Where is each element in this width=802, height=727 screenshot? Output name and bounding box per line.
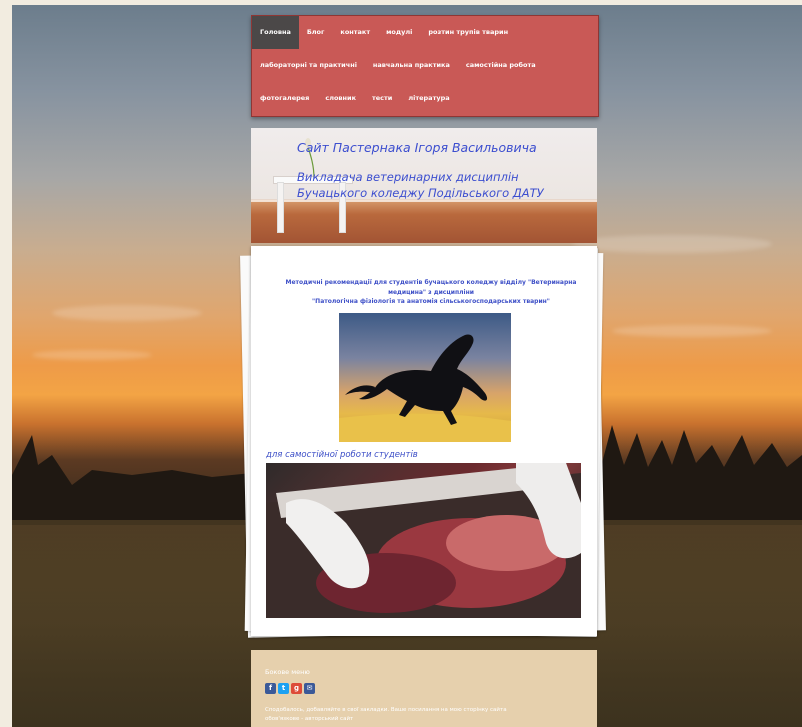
- nav-practice[interactable]: навчальна практика: [365, 49, 458, 82]
- nav-blog[interactable]: Блог: [299, 16, 333, 49]
- nav-dictionary[interactable]: словник: [317, 82, 364, 115]
- site-subtitle-college: Бучацького коледжу Подільського ДАТУ: [297, 186, 544, 200]
- nav-modules[interactable]: модулі: [378, 16, 420, 49]
- nav-contact[interactable]: контакт: [332, 16, 378, 49]
- nav-literature[interactable]: література: [400, 82, 457, 115]
- nav-labs[interactable]: лабораторні та практичні: [252, 49, 365, 82]
- banner-table-image: [273, 176, 353, 233]
- intro-text: Методичні рекомендації для студентів буч…: [273, 278, 589, 307]
- intro-line-1: Методичні рекомендації для студентів буч…: [285, 279, 577, 286]
- twitter-icon[interactable]: t: [278, 683, 289, 694]
- nav-tests[interactable]: тести: [364, 82, 400, 115]
- section-caption: для самостійної роботи студентів: [266, 450, 418, 460]
- horse-image: [339, 313, 511, 442]
- header-banner: Сайт Пастернака Ігоря Васильовича Виклад…: [251, 128, 597, 243]
- footer-text-line-1: Сподобалось, добавляйте в свої закладки.…: [265, 707, 507, 713]
- nav-gallery[interactable]: фотогалерея: [252, 82, 317, 115]
- nav-self-study[interactable]: самостійна робота: [458, 49, 544, 82]
- intro-line-3: "Патологічна фізіологія та анатомія сіль…: [312, 298, 550, 305]
- nav-home[interactable]: Головна: [252, 16, 299, 49]
- googleplus-icon[interactable]: g: [291, 683, 302, 694]
- facebook-icon[interactable]: f: [265, 683, 276, 694]
- main-navigation: Головна Блог контакт модулі розтин трупі…: [251, 15, 599, 117]
- footer-panel: Бокове меню f t g ✉ Сподобалось, добавля…: [251, 650, 597, 727]
- site-subtitle: Викладача ветеринарних дисциплін: [297, 170, 519, 184]
- intro-line-2: медицина" з дисципліни: [388, 288, 474, 296]
- footer-text-line-2: обов'язкове - авторський сайт: [265, 716, 354, 722]
- autopsy-image: [266, 463, 581, 618]
- nav-autopsy[interactable]: розтин трупів тварин: [420, 16, 516, 49]
- footer-text: Сподобалось, добавляйте в свої закладки.…: [265, 706, 585, 724]
- email-icon[interactable]: ✉: [304, 683, 315, 694]
- social-icons: f t g ✉: [265, 683, 315, 694]
- content-area: Методичні рекомендації для студентів буч…: [251, 246, 597, 636]
- site-title: Сайт Пастернака Ігоря Васильовича: [297, 140, 537, 155]
- footer-title: Бокове меню: [265, 668, 310, 676]
